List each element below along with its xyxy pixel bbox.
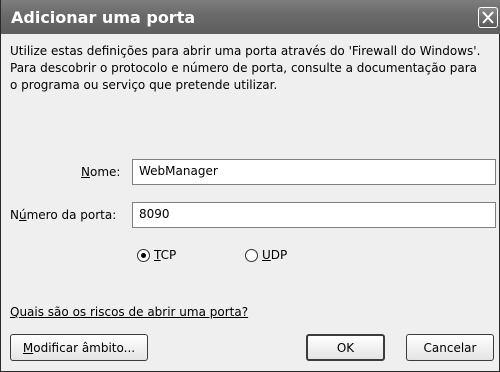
change-scope-label: Modificar âmbito... xyxy=(22,340,136,355)
dialog-title: Adicionar uma porta xyxy=(11,8,196,27)
cancel-button[interactable]: Cancelar xyxy=(406,334,494,361)
tcp-radio[interactable]: TCP xyxy=(137,248,176,262)
change-scope-button[interactable]: Modificar âmbito... xyxy=(10,334,148,361)
port-number-value: 8090 xyxy=(139,207,170,221)
name-field-value: WebManager xyxy=(139,164,218,178)
title-bar[interactable]: Adicionar uma porta xyxy=(1,0,500,34)
instructions-line: Para descobrir o protocolo e número de p… xyxy=(10,61,478,75)
tcp-radio-label: TCP xyxy=(154,248,177,262)
add-port-dialog: Adicionar uma porta Utilize estas defini… xyxy=(0,0,500,372)
ok-button[interactable]: OK xyxy=(306,334,385,361)
udp-radio-button[interactable] xyxy=(245,248,258,262)
udp-radio[interactable]: UDP xyxy=(245,248,287,262)
cancel-label: Cancelar xyxy=(423,340,477,355)
name-field[interactable]: WebManager xyxy=(132,159,496,185)
ok-label: OK xyxy=(336,340,355,355)
udp-radio-label: UDP xyxy=(262,248,288,262)
port-number-label: Número da porta: xyxy=(10,208,117,222)
instructions-line: Utilize estas definições para abrir uma … xyxy=(10,44,481,58)
instructions-line: o programa ou serviço que pretende utili… xyxy=(10,78,278,92)
name-label: Nome: xyxy=(81,165,121,179)
close-button[interactable] xyxy=(478,7,498,28)
instructions-text: Utilize estas definições para abrir uma … xyxy=(10,43,494,94)
close-icon xyxy=(482,11,494,24)
tcp-radio-button[interactable] xyxy=(137,248,150,262)
port-number-field[interactable]: 8090 xyxy=(132,202,496,228)
port-risks-link[interactable]: Quais são os riscos de abrir uma porta? xyxy=(10,305,248,319)
